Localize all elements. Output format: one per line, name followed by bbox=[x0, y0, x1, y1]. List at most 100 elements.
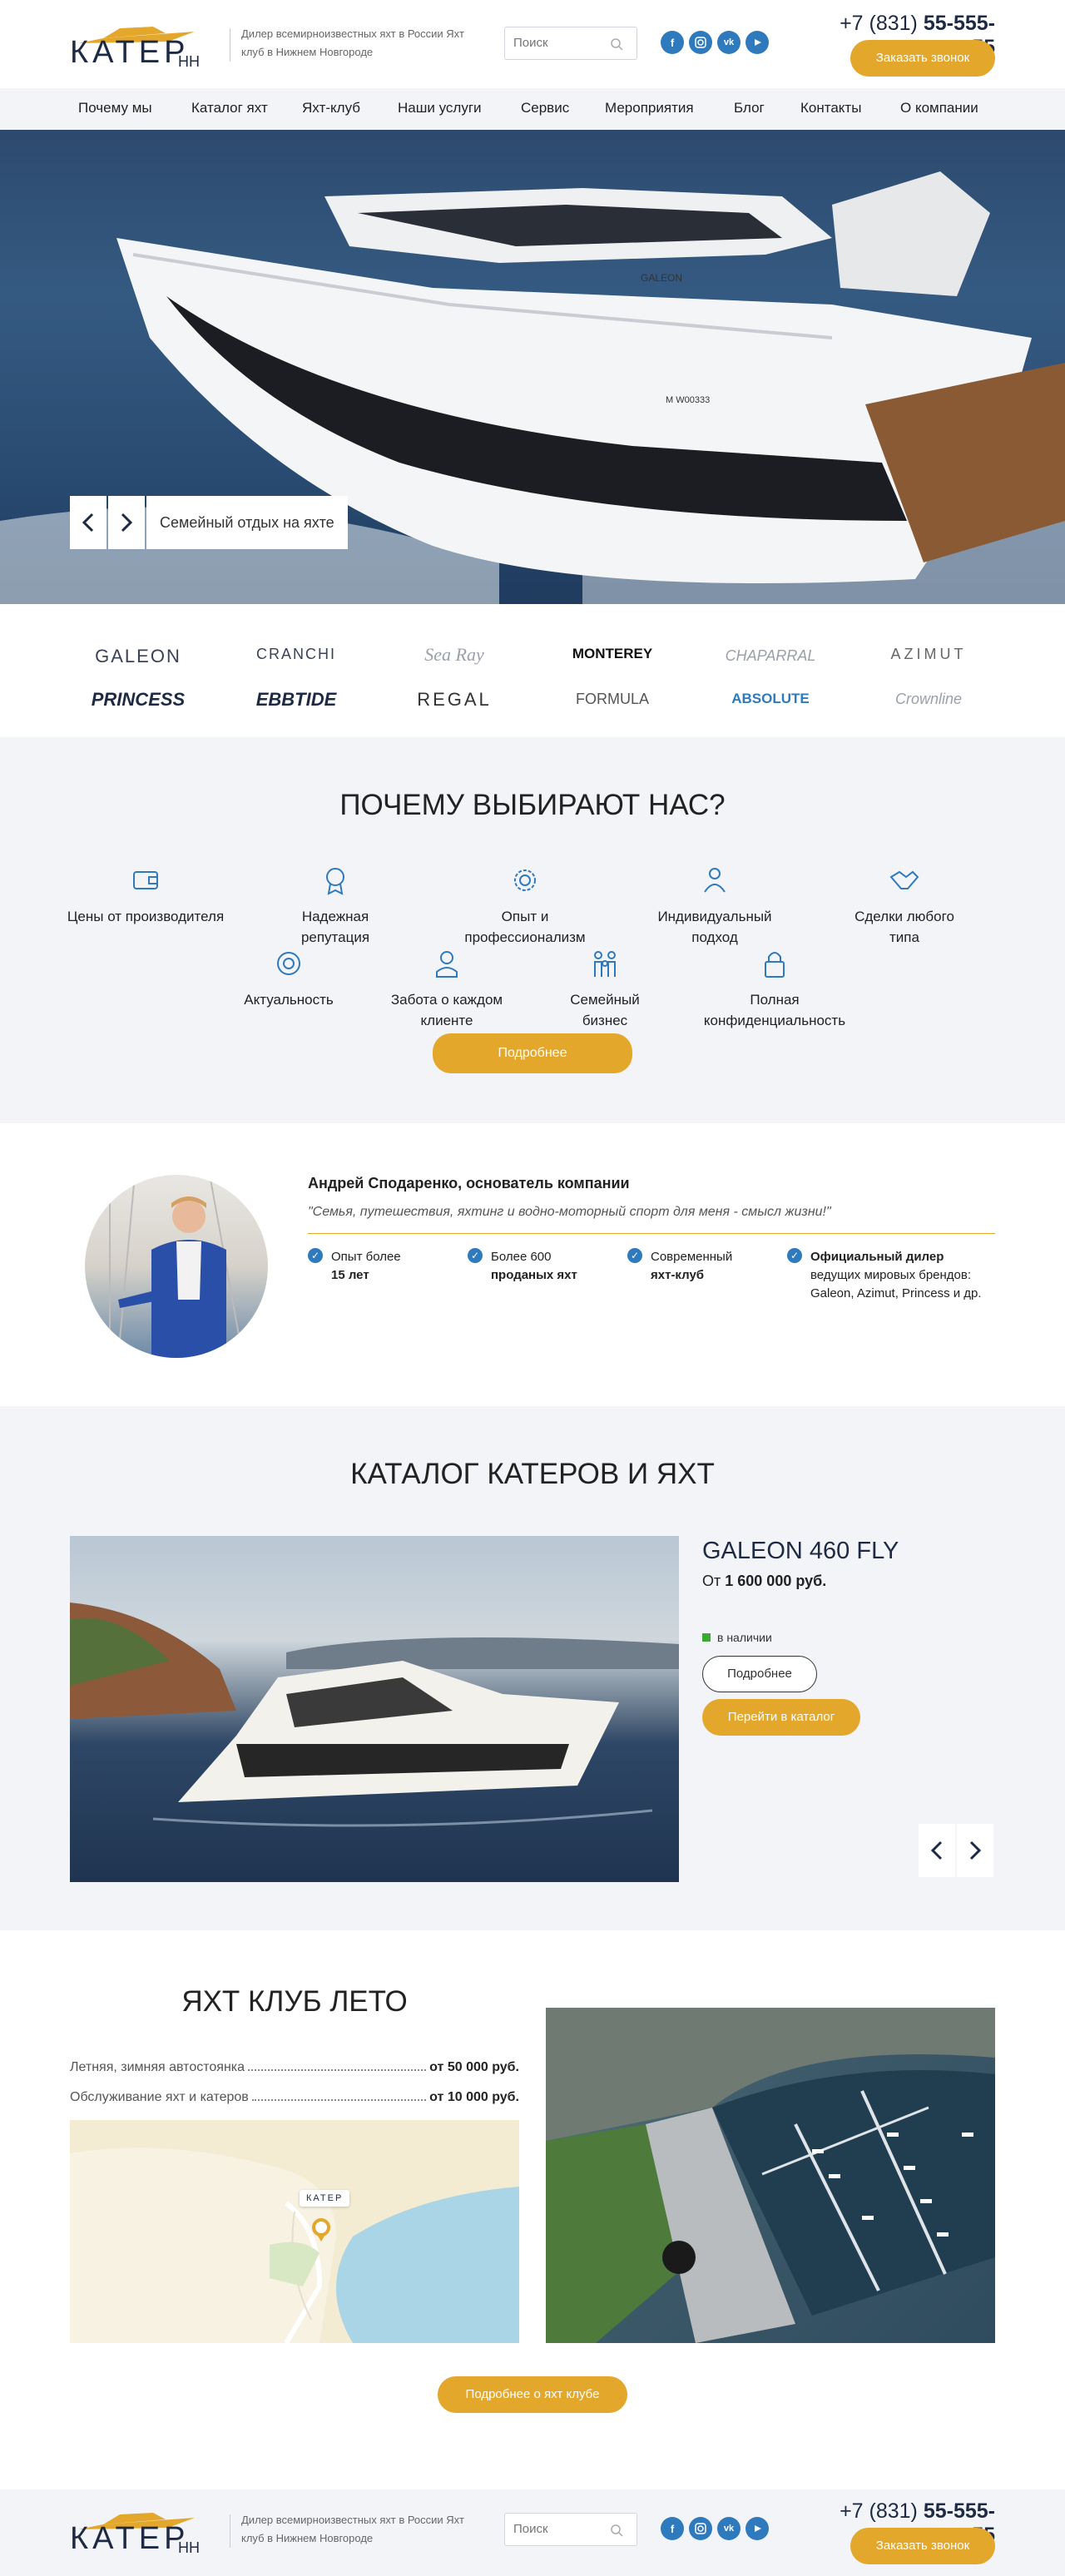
catalog-details-button[interactable]: Подробнее bbox=[702, 1656, 817, 1692]
why-item-prices: Цены от производителя bbox=[67, 864, 225, 927]
search-box bbox=[504, 27, 637, 60]
club-service-maintenance: Обслуживание яхт и катеров от 10 000 руб… bbox=[70, 2090, 519, 2105]
footer-search-box bbox=[504, 2513, 637, 2546]
user-icon bbox=[436, 951, 458, 978]
social-links: f vk bbox=[661, 31, 769, 54]
dotted-leader bbox=[251, 2099, 427, 2101]
founder-name: Андрей Сподаренко, основатель компании bbox=[308, 1175, 630, 1191]
service-price: от 10 000 руб. bbox=[429, 2090, 519, 2104]
hero-controls: Семейный отдых на яхте bbox=[70, 496, 348, 549]
why-label-individual: Индивидуальный подход bbox=[657, 909, 772, 945]
hero-prev-button[interactable] bbox=[70, 496, 106, 549]
check-icon: ✓ bbox=[787, 1248, 802, 1263]
brand-princess[interactable]: PRINCESS bbox=[72, 689, 205, 711]
why-label-privacy: Полная конфиденциальность bbox=[703, 992, 846, 1028]
why-label-family: Семейный бизнес bbox=[570, 992, 640, 1028]
search-icon[interactable] bbox=[610, 2524, 623, 2537]
why-item-reputation: Надежная репутация bbox=[256, 864, 414, 948]
chevron-right-icon bbox=[121, 513, 132, 533]
footer-search-input[interactable] bbox=[513, 2522, 612, 2536]
vk-icon[interactable]: vk bbox=[717, 31, 741, 54]
facebook-icon[interactable]: f bbox=[661, 31, 684, 54]
nav-item-why[interactable]: Почему мы bbox=[78, 100, 152, 116]
why-item-care: Забота о каждом клиенте bbox=[368, 947, 526, 1031]
search-input[interactable] bbox=[513, 36, 612, 50]
nav-item-contacts[interactable]: Контакты bbox=[800, 100, 861, 116]
footer-callback-button[interactable]: Заказать звонок bbox=[850, 2528, 995, 2564]
hero-caption: Семейный отдых на яхте bbox=[146, 496, 348, 549]
instagram-icon[interactable] bbox=[689, 31, 712, 54]
why-section: ПОЧЕМУ ВЫБИРАЮТ НАС? Цены от производите… bbox=[0, 737, 1065, 1123]
youtube-icon[interactable] bbox=[746, 31, 769, 54]
brand-azimut[interactable]: AZIMUT bbox=[862, 646, 995, 663]
brand-cranchi[interactable]: CRANCHI bbox=[230, 646, 363, 663]
brand-crownline[interactable]: Crownline bbox=[862, 691, 995, 708]
nav-item-services[interactable]: Наши услуги bbox=[398, 100, 482, 116]
catalog-section: КАТАЛОГ КАТЕРОВ И ЯХТ GALEON 460 FLY От … bbox=[0, 1406, 1065, 1930]
catalog-boat-image[interactable] bbox=[70, 1536, 679, 1882]
founder-divider bbox=[308, 1233, 995, 1234]
club-more-button[interactable]: Подробнее о яхт клубе bbox=[438, 2376, 627, 2413]
logo[interactable]: КАТЕР НН bbox=[70, 22, 203, 70]
nav-item-yacht-club[interactable]: Яхт-клуб bbox=[302, 100, 360, 116]
brand-regal[interactable]: REGAL bbox=[388, 689, 521, 711]
footer-logo[interactable]: КАТЕР НН bbox=[70, 2508, 203, 2556]
brand-chaparral[interactable]: CHAPARRAL bbox=[704, 647, 837, 665]
nav-item-about[interactable]: О компании bbox=[900, 100, 978, 116]
search-icon[interactable] bbox=[610, 37, 623, 51]
logo-suffix: НН bbox=[178, 53, 200, 70]
main-nav: Почему мы Каталог яхт Яхт-клуб Наши услу… bbox=[0, 88, 1065, 130]
handshake-icon bbox=[889, 870, 919, 889]
brand-absolute[interactable]: ABSOLUTE bbox=[704, 691, 837, 707]
tagline: Дилер всемирноизвестных яхт в России Яхт… bbox=[241, 27, 464, 58]
fact-top: Более 600 bbox=[491, 1250, 552, 1264]
brand-monterey[interactable]: MONTEREY bbox=[546, 646, 679, 662]
hero-next-button[interactable] bbox=[108, 496, 145, 549]
why-label-deals: Сделки любого типа bbox=[854, 909, 954, 945]
instagram-icon[interactable] bbox=[689, 2517, 712, 2540]
youtube-icon[interactable] bbox=[746, 2517, 769, 2540]
nav-item-blog[interactable]: Блог bbox=[734, 100, 765, 116]
catalog-price-value: 1 600 000 руб. bbox=[725, 1573, 827, 1589]
club-marina-image[interactable] bbox=[546, 2008, 995, 2343]
footer-social-links: f vk bbox=[661, 2517, 769, 2540]
medal-icon bbox=[326, 868, 344, 895]
go-catalog-button[interactable]: Перейти в каталог bbox=[702, 1699, 860, 1736]
brand-ebbtide[interactable]: EBBTIDE bbox=[230, 689, 363, 711]
lock-icon bbox=[765, 952, 785, 978]
club-map[interactable]: КАТЕР bbox=[70, 2120, 519, 2343]
facebook-icon[interactable]: f bbox=[661, 2517, 684, 2540]
founder-section: Андрей Сподаренко, основатель компании "… bbox=[0, 1123, 1065, 1406]
nav-item-events[interactable]: Мероприятия bbox=[605, 100, 694, 116]
chevron-left-icon bbox=[931, 1840, 943, 1860]
club-title: ЯХТ КЛУБ ЛЕТО bbox=[181, 1985, 408, 2018]
map-logo-badge: КАТЕР bbox=[300, 2190, 350, 2207]
why-label-experience: Опыт и профессионализм bbox=[464, 909, 586, 945]
map-pin-icon[interactable] bbox=[311, 2218, 331, 2243]
founder-fact-dealer: ✓ Официальный дилер ведущих мировых бренд… bbox=[787, 1248, 995, 1303]
map-graphic bbox=[70, 2120, 519, 2343]
founder-quote: "Семья, путешествия, яхтинг и водно-мото… bbox=[308, 1205, 831, 1219]
callback-button[interactable]: Заказать звонок bbox=[850, 40, 995, 77]
fact-bold: проданых яхт bbox=[491, 1268, 577, 1282]
why-label-care: Забота о каждом клиенте bbox=[390, 992, 503, 1028]
footer-phone-code: +7 (831) bbox=[840, 2499, 918, 2523]
catalog-next-button[interactable] bbox=[957, 1824, 993, 1877]
why-more-button[interactable]: Подробнее bbox=[433, 1033, 632, 1073]
catalog-prev-button[interactable] bbox=[919, 1824, 955, 1877]
nav-item-catalog[interactable]: Каталог яхт bbox=[191, 100, 268, 116]
check-icon: ✓ bbox=[308, 1248, 323, 1263]
hero-boat-reg: M W00333 bbox=[666, 395, 710, 405]
why-item-actuality: Актуальность bbox=[210, 947, 368, 1010]
brand-searay[interactable]: Sea Ray bbox=[388, 644, 521, 666]
brand-formula[interactable]: FORMULA bbox=[546, 691, 679, 708]
brand-galeon[interactable]: GALEON bbox=[72, 646, 205, 667]
why-label-prices: Цены от производителя bbox=[67, 909, 225, 924]
nav-item-service[interactable]: Сервис bbox=[521, 100, 569, 116]
catalog-price: От 1 600 000 руб. bbox=[702, 1573, 826, 1590]
availability-dot bbox=[702, 1633, 711, 1642]
wallet-icon bbox=[133, 871, 158, 889]
vk-icon[interactable]: vk bbox=[717, 2517, 741, 2540]
fact-top: Официальный дилер bbox=[810, 1250, 944, 1264]
fact-top: Опыт более bbox=[331, 1250, 401, 1264]
